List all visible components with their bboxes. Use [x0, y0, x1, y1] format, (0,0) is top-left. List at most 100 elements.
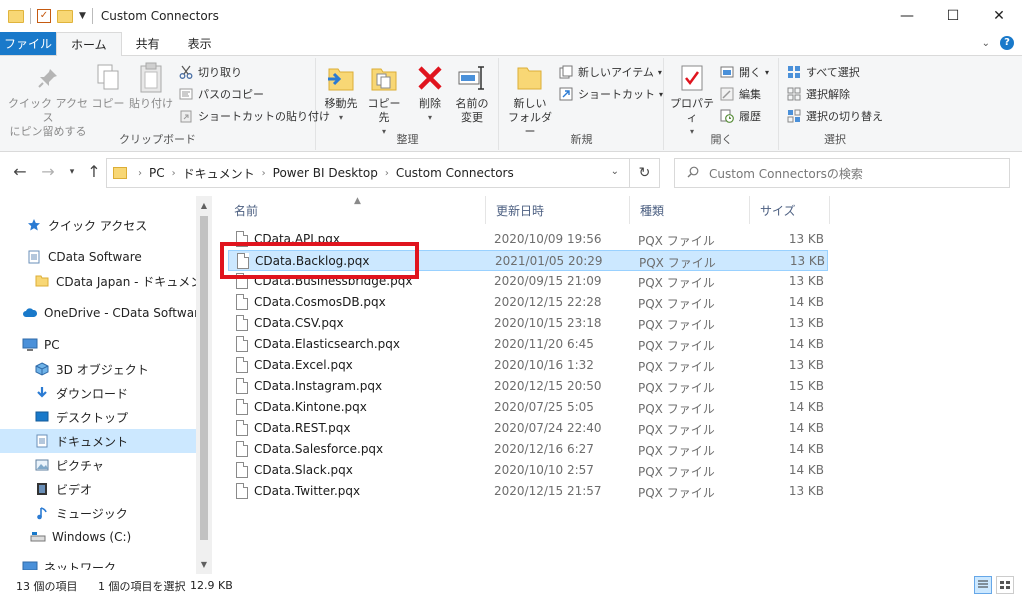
- star-icon: [26, 217, 42, 233]
- minimize-button[interactable]: —: [884, 0, 930, 32]
- nav-item-videos[interactable]: ビデオ: [0, 477, 196, 501]
- file-size: 14 KB: [788, 421, 824, 435]
- nav-item-music[interactable]: ミュージック: [0, 501, 196, 525]
- close-button[interactable]: ✕: [976, 0, 1022, 32]
- tab-file[interactable]: ファイル: [0, 32, 56, 55]
- column-header-size[interactable]: サイズ: [750, 196, 830, 224]
- new-folder-icon[interactable]: [57, 9, 73, 23]
- nav-item-cdata-japan-documents[interactable]: CData Japan - ドキュメント: [0, 269, 212, 293]
- column-header-type[interactable]: 種類: [630, 196, 750, 224]
- file-row[interactable]: CData.Slack.pqx 2020/10/10 2:57 PQX ファイル 14…: [228, 460, 828, 481]
- maximize-button[interactable]: ☐: [930, 0, 976, 32]
- nav-item-documents[interactable]: ドキュメント: [0, 429, 196, 453]
- address-bar[interactable]: › PC › ドキュメント › Power BI Desktop › Custo…: [106, 158, 630, 188]
- invert-selection-button[interactable]: 選択の切り替え: [786, 106, 883, 126]
- scroll-up-icon[interactable]: ▲: [196, 201, 212, 210]
- file-row[interactable]: CData.CSV.pqx 2020/10/15 23:18 PQX ファイル 13 …: [228, 313, 828, 334]
- copy-to-button[interactable]: コピー先 ▾: [363, 62, 405, 139]
- open-button[interactable]: 開く ▾: [719, 62, 769, 82]
- customize-quick-access-icon[interactable]: ▼: [79, 11, 86, 21]
- shortcut-icon: [558, 86, 574, 102]
- tab-home[interactable]: ホーム: [56, 32, 122, 56]
- breadcrumb-custom-connectors[interactable]: Custom Connectors: [396, 166, 514, 180]
- select-none-button[interactable]: 選択解除: [786, 84, 850, 104]
- picture-icon: [34, 457, 50, 473]
- scroll-down-icon[interactable]: ▼: [196, 560, 212, 569]
- file-size: 14 KB: [788, 400, 824, 414]
- file-row[interactable]: CData.CosmosDB.pqx 2020/12/15 22:28 PQX ファ…: [228, 292, 828, 313]
- details-view-icon[interactable]: [974, 576, 992, 594]
- file-date-modified: 2020/12/15 21:57: [494, 484, 602, 498]
- nav-item-label: ピクチャ: [56, 458, 104, 473]
- file-row[interactable]: CData.Excel.pqx 2020/10/16 1:32 PQX ファイル 13…: [228, 355, 828, 376]
- properties-button[interactable]: プロパティ ▾: [667, 62, 717, 139]
- file-name: CData.Excel.pqx: [254, 358, 353, 372]
- scrollbar-thumb[interactable]: [200, 216, 208, 540]
- file-row[interactable]: CData.Kintone.pqx 2020/07/25 5:05 PQX ファイル…: [228, 397, 828, 418]
- selection-count: 1 個の項目を選択: [98, 579, 186, 593]
- history-icon: [719, 108, 735, 124]
- tab-share[interactable]: 共有: [122, 32, 174, 55]
- edit-button[interactable]: 編集: [719, 84, 761, 104]
- new-item-button[interactable]: 新しいアイテム ▾: [558, 62, 662, 82]
- recent-locations-chevron-icon[interactable]: ▾: [62, 167, 82, 177]
- paste-shortcut-button[interactable]: ショートカットの貼り付け: [178, 106, 330, 126]
- chevron-down-icon[interactable]: ⌄: [611, 166, 619, 177]
- refresh-icon[interactable]: ↻: [630, 158, 660, 188]
- pin-to-quick-access-button[interactable]: クイック アクセス にピン留めする: [6, 62, 90, 139]
- move-to-button[interactable]: 移動先 ▾: [321, 62, 361, 125]
- history-button[interactable]: 履歴: [719, 106, 761, 126]
- highlight-box: [220, 242, 419, 279]
- forward-arrow-icon[interactable]: →: [38, 162, 58, 181]
- breadcrumb-power-bi-desktop[interactable]: Power BI Desktop: [273, 166, 378, 180]
- nav-item-quick-access[interactable]: クイック アクセス: [0, 213, 196, 237]
- easy-access-button[interactable]: ショートカット ▾: [558, 84, 663, 104]
- properties-icon[interactable]: ✓: [37, 9, 51, 23]
- chevron-down-icon[interactable]: ⌄: [982, 38, 990, 49]
- help-icon[interactable]: ?: [1000, 36, 1014, 50]
- file-row[interactable]: CData.Instagram.pqx 2020/12/15 20:50 PQX フ…: [228, 376, 828, 397]
- select-all-button[interactable]: すべて選択: [786, 62, 860, 82]
- chevron-right-icon[interactable]: ›: [172, 168, 176, 179]
- new-group-label: 新規: [570, 133, 593, 146]
- nav-item-pc[interactable]: PC: [0, 333, 196, 357]
- up-arrow-icon[interactable]: ↑: [84, 162, 104, 181]
- column-header-date-modified[interactable]: 更新日時: [486, 196, 630, 224]
- file-row[interactable]: CData.REST.pqx 2020/07/24 22:40 PQX ファイル 14…: [228, 418, 828, 439]
- nav-item-label: CData Software: [48, 250, 142, 264]
- file-row[interactable]: CData.Twitter.pqx 2020/12/15 21:57 PQX ファイ…: [228, 481, 828, 502]
- paste-button[interactable]: 貼り付け: [128, 62, 174, 111]
- file-row[interactable]: CData.Salesforce.pqx 2020/12/16 6:27 PQX フ…: [228, 439, 828, 460]
- column-header-name[interactable]: 名前: [224, 196, 486, 224]
- nav-item-network[interactable]: ネットワーク: [0, 555, 196, 570]
- large-icons-view-icon[interactable]: [996, 576, 1014, 594]
- copy-button[interactable]: コピー: [90, 62, 126, 111]
- breadcrumb-pc[interactable]: PC: [149, 166, 165, 180]
- copy-path-button[interactable]: パスのコピー: [178, 84, 264, 104]
- nav-item-pictures[interactable]: ピクチャ: [0, 453, 196, 477]
- nav-item-downloads[interactable]: ダウンロード: [0, 381, 196, 405]
- nav-item-onedrive[interactable]: OneDrive - CData Software: [0, 301, 206, 325]
- cut-button[interactable]: 切り取り: [178, 62, 242, 82]
- nav-item-3d-objects[interactable]: 3D オブジェクト: [0, 357, 196, 381]
- new-folder-button[interactable]: 新しい フォルダー: [506, 62, 554, 139]
- chevron-right-icon[interactable]: ›: [138, 168, 142, 179]
- back-arrow-icon[interactable]: ←: [10, 162, 30, 181]
- nav-item-windows-c[interactable]: Windows (C:): [0, 525, 196, 549]
- nav-item-desktop[interactable]: デスクトップ: [0, 405, 196, 429]
- copy-to-icon: [368, 62, 400, 94]
- breadcrumb-documents[interactable]: ドキュメント: [183, 165, 255, 182]
- tab-view[interactable]: 表示: [174, 32, 226, 55]
- navigation-pane-scrollbar[interactable]: ▲ ▼: [196, 196, 212, 574]
- file-size: 13 KB: [788, 358, 824, 372]
- rename-label-line1: 名前の: [455, 97, 489, 110]
- chevron-right-icon[interactable]: ›: [385, 168, 389, 179]
- search-input[interactable]: Custom Connectorsの検索: [674, 158, 1010, 188]
- delete-button[interactable]: 削除 ▾: [413, 62, 447, 125]
- nav-item-cdata-software[interactable]: CData Software: [0, 245, 196, 269]
- file-date-modified: 2021/01/05 20:29: [495, 254, 603, 268]
- file-size: 13 KB: [788, 232, 824, 246]
- chevron-right-icon[interactable]: ›: [262, 168, 266, 179]
- rename-button[interactable]: 名前の 変更: [451, 62, 493, 125]
- file-row[interactable]: CData.Elasticsearch.pqx 2020/11/20 6:45 PQ…: [228, 334, 828, 355]
